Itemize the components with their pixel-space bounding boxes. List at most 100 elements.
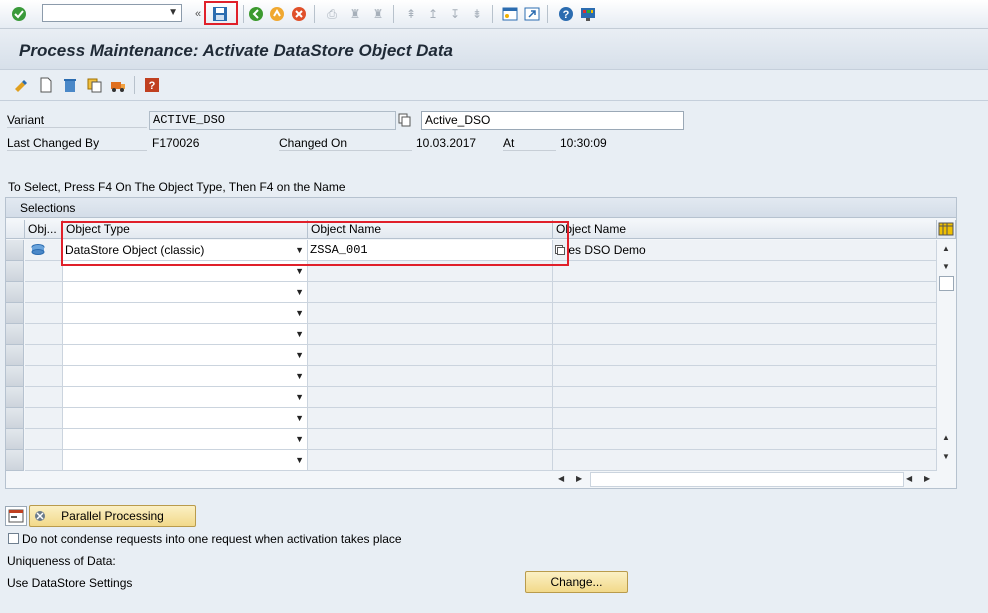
row-selector[interactable] <box>6 282 24 303</box>
chevron-down-icon[interactable]: ▼ <box>295 345 304 365</box>
scroll-left-icon[interactable]: ◀ <box>558 474 564 483</box>
scroll-up-icon[interactable]: ▲ <box>942 433 950 442</box>
vertical-scrollbar[interactable]: ▲ ▼ ▲ ▼ <box>937 240 956 471</box>
collapse-icon[interactable]: « <box>189 5 207 23</box>
parallel-processing-button[interactable]: Parallel Processing <box>29 505 196 527</box>
column-settings-icon[interactable] <box>937 220 956 239</box>
row-selector[interactable] <box>6 261 24 282</box>
exit-icon[interactable] <box>268 5 286 23</box>
row-selector[interactable] <box>6 450 24 471</box>
change-display-icon[interactable] <box>12 76 30 94</box>
scroll-down-icon[interactable]: ▼ <box>942 452 950 461</box>
object-type-cell[interactable]: ▼ <box>63 366 308 387</box>
object-name-cell[interactable] <box>308 450 553 471</box>
next-page-icon[interactable]: ↧ <box>446 5 464 23</box>
back-icon[interactable] <box>247 5 265 23</box>
change-button[interactable]: Change... <box>525 571 628 593</box>
column-header-object-name[interactable]: Object Name <box>308 220 553 239</box>
object-type-cell[interactable]: ▼ <box>63 324 308 345</box>
transport-icon[interactable] <box>109 76 127 94</box>
object-name-cell[interactable] <box>308 345 553 366</box>
object-type-cell[interactable]: ▼ <box>63 261 308 282</box>
row-selector[interactable] <box>6 324 24 345</box>
object-name-cell[interactable] <box>308 261 553 282</box>
create-session-icon[interactable] <box>501 5 519 23</box>
row-selector[interactable] <box>6 240 24 261</box>
scroll-right-icon[interactable]: ▶ <box>924 474 930 483</box>
chevron-down-icon[interactable]: ▼ <box>295 387 304 407</box>
column-header-obj[interactable]: Obj... <box>25 220 63 239</box>
variant-description-field[interactable]: Active_DSO <box>421 111 684 130</box>
enter-icon[interactable] <box>10 5 28 23</box>
chevron-down-icon[interactable]: ▼ <box>295 450 304 470</box>
find-icon[interactable]: ♜ <box>346 5 364 23</box>
shortcut-icon[interactable] <box>523 5 541 23</box>
object-type-cell[interactable]: ▼ <box>63 303 308 324</box>
save-icon[interactable] <box>211 5 229 23</box>
scroll-right-icon[interactable]: ▶ <box>576 474 582 483</box>
object-name-cell[interactable] <box>308 324 553 345</box>
scroll-left-icon[interactable]: ◀ <box>906 474 912 483</box>
object-name-cell[interactable] <box>308 303 553 324</box>
row-selector[interactable] <box>6 345 24 366</box>
last-page-icon[interactable]: ⇟ <box>468 5 486 23</box>
first-page-icon[interactable]: ⇞ <box>402 5 420 23</box>
object-name-cell[interactable]: ZSSA_001 <box>308 240 553 261</box>
help-icon[interactable]: ? <box>557 5 575 23</box>
chevron-down-icon[interactable]: ▼ <box>295 282 304 302</box>
print-icon[interactable]: ⎙ <box>323 5 341 23</box>
object-type-cell[interactable]: ▼ <box>63 450 308 471</box>
object-type-cell[interactable]: ▼ <box>63 387 308 408</box>
object-type-cell[interactable]: ▼ <box>63 345 308 366</box>
object-name-cell[interactable] <box>308 282 553 303</box>
row-selector[interactable] <box>6 387 24 408</box>
object-type-cell[interactable]: ▼ <box>63 282 308 303</box>
scroll-thumb[interactable] <box>939 276 954 291</box>
row-selector[interactable] <box>6 366 24 387</box>
chevron-down-icon[interactable]: ▼ <box>295 303 304 323</box>
svg-text:?: ? <box>563 9 570 21</box>
info-icon[interactable]: ? <box>143 76 161 94</box>
create-icon[interactable] <box>37 76 55 94</box>
select-all-header[interactable] <box>6 220 25 239</box>
row-selector[interactable] <box>6 303 24 324</box>
variant-field[interactable]: ACTIVE_DSO <box>149 111 396 130</box>
command-field[interactable]: ▼ <box>42 4 182 22</box>
chevron-down-icon[interactable]: ▼ <box>295 429 304 449</box>
object-name-cell[interactable] <box>308 387 553 408</box>
find-next-icon[interactable]: ♜ <box>369 5 387 23</box>
object-icon-cell <box>25 303 63 324</box>
row-selector[interactable] <box>6 429 24 450</box>
scroll-up-icon[interactable]: ▲ <box>942 244 950 253</box>
object-type-cell[interactable]: ▼ <box>63 408 308 429</box>
object-name-cell[interactable] <box>308 429 553 450</box>
chevron-down-icon[interactable]: ▼ <box>295 366 304 386</box>
object-icon-cell <box>25 387 63 408</box>
row-selector[interactable] <box>6 408 24 429</box>
object-icon-cell <box>25 282 63 303</box>
svg-text:?: ? <box>149 80 156 92</box>
object-type-cell[interactable]: DataStore Object (classic) ▼ <box>63 240 308 261</box>
chevron-down-icon[interactable]: ▼ <box>295 261 304 281</box>
object-desc-cell <box>553 324 937 345</box>
object-name-cell[interactable] <box>308 366 553 387</box>
horizontal-scrollbar[interactable] <box>590 472 904 487</box>
object-type-cell[interactable]: ▼ <box>63 429 308 450</box>
object-type-value: DataStore Object (classic) <box>65 243 205 257</box>
object-name-cell[interactable] <box>308 408 553 429</box>
no-condense-checkbox[interactable] <box>8 533 19 544</box>
chevron-down-icon[interactable]: ▼ <box>295 324 304 344</box>
copy-icon[interactable] <box>85 76 103 94</box>
chevron-down-icon[interactable]: ▼ <box>295 408 304 428</box>
customize-layout-icon[interactable] <box>579 5 597 23</box>
chevron-down-icon[interactable]: ▼ <box>295 240 304 260</box>
column-header-object-type[interactable]: Object Type <box>63 220 308 239</box>
delete-icon[interactable] <box>61 76 79 94</box>
cancel-icon[interactable] <box>290 5 308 23</box>
column-header-object-desc[interactable]: Object Name <box>553 220 937 239</box>
prev-page-icon[interactable]: ↥ <box>424 5 442 23</box>
table-settings-icon[interactable] <box>5 506 27 526</box>
chevron-down-icon[interactable]: ▼ <box>168 7 178 18</box>
copy-variant-icon[interactable] <box>396 111 414 129</box>
scroll-down-icon[interactable]: ▼ <box>942 262 950 271</box>
